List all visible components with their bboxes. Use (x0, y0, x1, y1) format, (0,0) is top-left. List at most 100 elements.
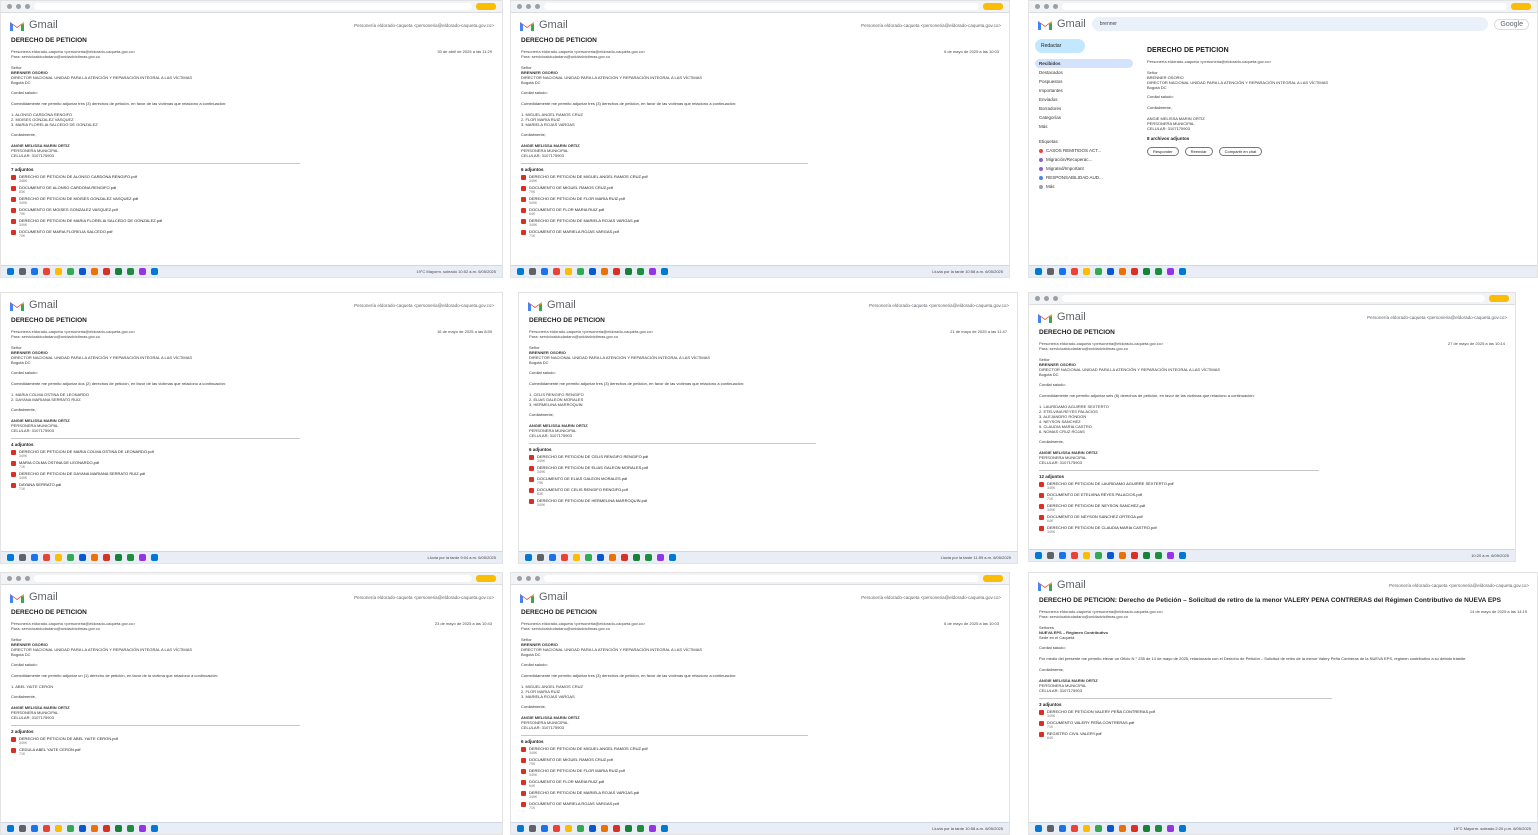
taskbar-app-icon[interactable] (661, 825, 668, 832)
taskbar-app-icon[interactable] (31, 268, 38, 275)
attachment-item[interactable]: DOCUMENTO DE MARIELA ROJAS VARGAS.pdf 71K (521, 801, 999, 810)
taskbar-app-icon[interactable] (1131, 552, 1138, 559)
taskbar-app-icon[interactable] (1167, 268, 1174, 275)
taskbar-app-icon[interactable] (573, 554, 580, 561)
compose-button[interactable]: Redactar (1035, 39, 1085, 53)
attachment-item[interactable]: DERECHO DE PETICION DE MIGUEL ANGEL RAMO… (521, 746, 999, 755)
attachment-item[interactable]: DERECHO DE PETICION DE FLOR MARIA RUIZ.p… (521, 768, 999, 777)
attachment-item[interactable]: DERECHO DE PETICION DE MIGUEL ANGEL RAMO… (521, 174, 999, 183)
taskbar-app-icon[interactable] (91, 554, 98, 561)
taskbar-app-icon[interactable] (103, 268, 110, 275)
taskbar-app-icon[interactable] (637, 268, 644, 275)
reply-action-button[interactable]: Compartir en chat (1218, 147, 1263, 156)
taskbar-app-icon[interactable] (67, 554, 74, 561)
taskbar-app-icon[interactable] (541, 268, 548, 275)
google-account-button[interactable]: Google (1494, 18, 1529, 30)
address-bar[interactable] (34, 575, 472, 582)
taskbar-app-icon[interactable] (561, 554, 568, 561)
attachment-item[interactable]: DERECHO DE PETICION DE ABEL YAITE CERON.… (11, 736, 492, 745)
taskbar-app-icon[interactable] (1071, 552, 1078, 559)
taskbar-app-icon[interactable] (91, 825, 98, 832)
attachment-item[interactable]: DOCUMENTO DE MARIELA ROJAS VARGAS.pdf 71K (521, 229, 999, 238)
taskbar-app-icon[interactable] (565, 825, 572, 832)
taskbar-app-icon[interactable] (621, 554, 628, 561)
attachment-item[interactable]: DOCUMENTO VALERY PEÑA CONTRERAS.pdf 71K (1039, 720, 1527, 729)
taskbar-app-icon[interactable] (19, 825, 26, 832)
forward-icon[interactable] (526, 4, 531, 9)
taskbar-app-icon[interactable] (1119, 268, 1126, 275)
attachment-item[interactable]: DOCUMENTO DE ETELVINA REYES PALACIOS.pdf… (1039, 492, 1505, 501)
taskbar-app-icon[interactable] (115, 268, 122, 275)
attachment-item[interactable]: REGISTRO CIVIL VALERY.pdf 64K (1039, 731, 1527, 740)
taskbar-app-icon[interactable] (1131, 268, 1138, 275)
taskbar-app-icon[interactable] (55, 554, 62, 561)
attachment-item[interactable]: DOCUMENTO DE MIGUEL RAMOS CRUZ.pdf 79K (521, 757, 999, 766)
taskbar-app-icon[interactable] (151, 825, 158, 832)
attachment-item[interactable]: DERECHO DE PETICION DE MARIA FLORELIA SA… (11, 218, 492, 227)
taskbar-app-icon[interactable] (1155, 268, 1162, 275)
reply-action-button[interactable]: Responder (1147, 147, 1179, 156)
sidebar-item[interactable]: Más (1035, 122, 1133, 131)
sidebar-item[interactable]: Pospuestos (1035, 77, 1133, 86)
taskbar-app-icon[interactable] (79, 554, 86, 561)
taskbar-app-icon[interactable] (79, 825, 86, 832)
taskbar-app-icon[interactable] (1167, 825, 1174, 832)
taskbar-app-icon[interactable] (589, 268, 596, 275)
address-bar[interactable] (544, 575, 979, 582)
sidebar-item[interactable]: Borradores (1035, 104, 1133, 113)
taskbar-app-icon[interactable] (529, 268, 536, 275)
taskbar-app-icon[interactable] (1047, 552, 1054, 559)
taskbar-app-icon[interactable] (1179, 268, 1186, 275)
label-item[interactable]: RESPONSABILIDAD AUD... (1035, 173, 1133, 182)
sidebar-item[interactable]: Categorías (1035, 113, 1133, 122)
browser-update-button[interactable] (983, 3, 1003, 10)
taskbar-app-icon[interactable] (1179, 552, 1186, 559)
taskbar-app-icon[interactable] (585, 554, 592, 561)
taskbar-app-icon[interactable] (1107, 552, 1114, 559)
reload-icon[interactable] (1053, 4, 1058, 9)
attachment-item[interactable]: DOCUMENTO DE MARIA FLORELIA SALCEDO.pdf 7… (11, 229, 492, 238)
browser-update-button[interactable] (476, 3, 496, 10)
taskbar-app-icon[interactable] (549, 554, 556, 561)
taskbar-app-icon[interactable] (55, 268, 62, 275)
taskbar-app-icon[interactable] (1179, 825, 1186, 832)
attachment-item[interactable]: DERECHO DE PETICION DE NEYSON SANCHEZ.pd… (1039, 503, 1505, 512)
taskbar-app-icon[interactable] (597, 554, 604, 561)
attachment-item[interactable]: DERECHO DE PETICION DE LAURIDAMO AGUIRRE… (1039, 481, 1505, 490)
back-icon[interactable] (517, 576, 522, 581)
taskbar-app-icon[interactable] (67, 268, 74, 275)
reply-action-button[interactable]: Reenviar (1184, 147, 1213, 156)
taskbar-app-icon[interactable] (1095, 268, 1102, 275)
sidebar-item[interactable]: Recibidos (1035, 59, 1133, 68)
taskbar-app-icon[interactable] (31, 554, 38, 561)
attachment-item[interactable]: DERECHO DE PETICION VALERY PEÑA CONTRERA… (1039, 709, 1527, 718)
taskbar-app-icon[interactable] (613, 825, 620, 832)
taskbar-app-icon[interactable] (127, 554, 134, 561)
attachment-item[interactable]: DOCUMENTO DE ELIAS GALEON MORALES.pdf 79K (529, 476, 1007, 485)
forward-icon[interactable] (16, 4, 21, 9)
attachment-item[interactable]: DERECHO DE PETICION DE MOISES GONZALEZ V… (11, 196, 492, 205)
reload-icon[interactable] (1053, 296, 1058, 301)
label-item[interactable]: Migrated/Important (1035, 164, 1133, 173)
taskbar-app-icon[interactable] (31, 825, 38, 832)
reload-icon[interactable] (535, 576, 540, 581)
taskbar-app-icon[interactable] (601, 268, 608, 275)
taskbar-app-icon[interactable] (1083, 825, 1090, 832)
attachment-item[interactable]: DERECHO DE PETICION DE MARIA COLMA OSTIN… (11, 449, 492, 458)
taskbar-app-icon[interactable] (649, 825, 656, 832)
taskbar-app-icon[interactable] (1059, 268, 1066, 275)
reload-icon[interactable] (25, 576, 30, 581)
attachment-item[interactable]: DERECHO DE PETICION DE ELIAS GALEON MORA… (529, 465, 1007, 474)
attachment-item[interactable]: CEDULA ABEL YAITE CERON.pdf 71K (11, 747, 492, 756)
taskbar-app-icon[interactable] (103, 554, 110, 561)
forward-icon[interactable] (1044, 296, 1049, 301)
taskbar-app-icon[interactable] (1047, 825, 1054, 832)
taskbar-app-icon[interactable] (633, 554, 640, 561)
taskbar-app-icon[interactable] (7, 268, 14, 275)
attachment-item[interactable]: DOCUMENTO DE MOISES GONZALEZ VASQUEZ.pdf… (11, 207, 492, 216)
reload-icon[interactable] (25, 4, 30, 9)
taskbar-app-icon[interactable] (1095, 825, 1102, 832)
taskbar-app-icon[interactable] (79, 268, 86, 275)
taskbar-app-icon[interactable] (7, 825, 14, 832)
taskbar-app-icon[interactable] (565, 268, 572, 275)
